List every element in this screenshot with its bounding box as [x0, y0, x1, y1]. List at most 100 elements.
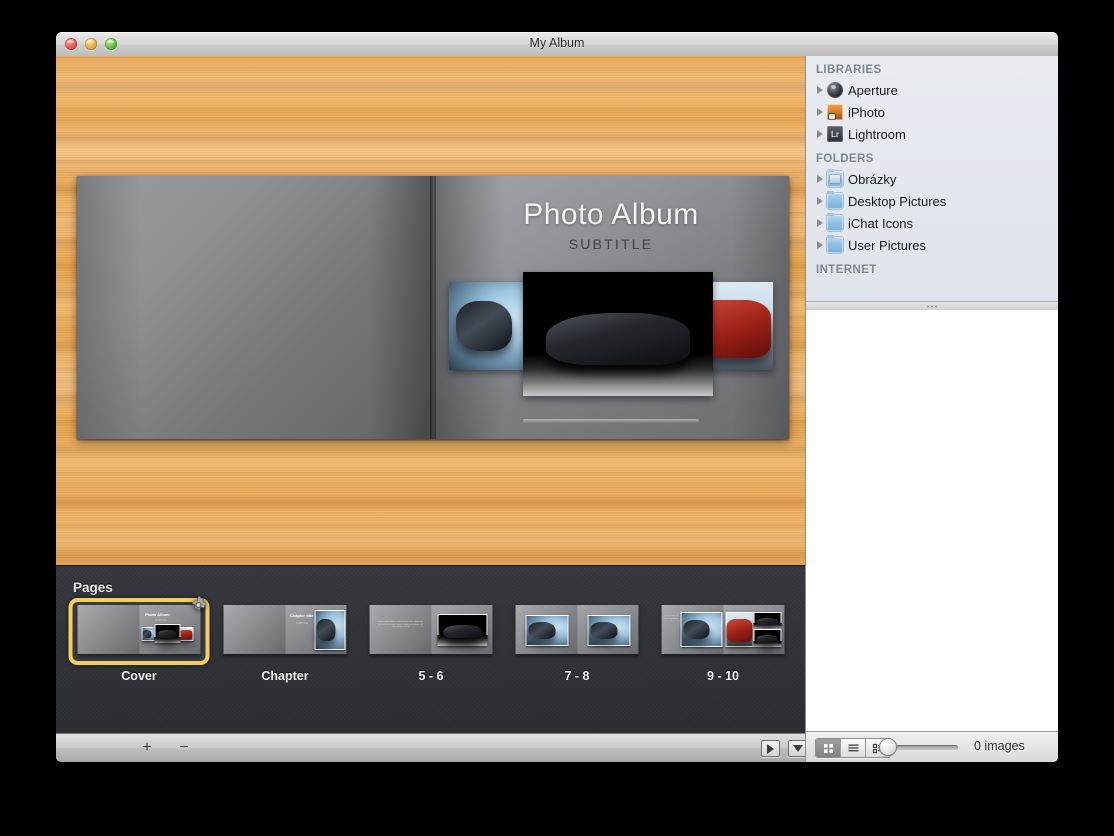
disclosure-triangle-icon[interactable] — [814, 197, 825, 205]
page-options-gear-icon[interactable] — [189, 595, 209, 615]
page-thumbnail-wrap[interactable]: Lorem ipsum dolor sit amet consectetur a… — [369, 605, 493, 654]
sidebar-item-label: Desktop Pictures — [848, 193, 947, 209]
disclosure-triangle-icon[interactable] — [814, 108, 825, 116]
pages-panel-title: Pages — [73, 580, 113, 595]
sidebar-item-lightroom[interactable]: Lr Lightroom — [806, 123, 1058, 145]
image-count-label: 0 images — [974, 739, 1025, 753]
lightroom-icon: Lr — [827, 126, 843, 142]
section-header-internet: INTERNET — [816, 264, 877, 276]
page-thumbnail[interactable]: Chapter title SUBTITLE — [223, 605, 347, 654]
cover-photo-center[interactable] — [523, 272, 713, 396]
page-thumbnail-wrap[interactable]: Photo Album SUBTITLE — [77, 595, 207, 654]
folder-icon — [827, 191, 843, 209]
album-spread[interactable]: Photo Album SUBTITLE — [77, 176, 789, 439]
page-thumbnail-wrap[interactable] — [515, 605, 639, 654]
disclosure-triangle-icon[interactable] — [814, 130, 825, 138]
media-sidebar: LIBRARIES Aperture iPhoto Lr Lightroom F… — [805, 56, 1058, 762]
play-icon — [767, 743, 774, 754]
sidebar-status-bar: 0 images — [806, 731, 1058, 762]
disclosure-triangle-icon[interactable] — [814, 219, 825, 227]
thumb-cover-title: Photo Album — [145, 612, 170, 617]
remove-page-button[interactable]: − — [173, 738, 195, 758]
sidebar-item-label: iChat Icons — [848, 215, 914, 231]
list-view-button[interactable] — [841, 739, 866, 757]
section-header-libraries: LIBRARIES — [816, 64, 882, 76]
thumb-page-right — [577, 605, 639, 654]
album-page-left[interactable] — [77, 176, 433, 439]
folder-icon — [827, 235, 843, 253]
page-item-cover[interactable]: Photo Album SUBTITLE Cover — [66, 595, 212, 688]
aperture-icon — [827, 82, 843, 98]
sidebar-item-ichat-icons[interactable]: iChat Icons — [806, 212, 1058, 234]
black-sports-car-photo — [523, 272, 713, 396]
sidebar-item-label: User Pictures — [848, 237, 927, 253]
disclosure-triangle-icon[interactable] — [814, 175, 825, 183]
chevron-down-icon — [792, 745, 803, 752]
cover-title[interactable]: Photo Album — [433, 198, 789, 232]
page-item-9-10[interactable]: lorem ipsum dolor sit amet cons 9 - 10 — [650, 603, 796, 688]
bottom-toolbar: + − — [56, 733, 807, 762]
page-thumbnail[interactable] — [515, 605, 639, 654]
photo-reflection — [523, 419, 699, 423]
sidebar-item-label: Lightroom — [848, 126, 906, 142]
page-caption: 5 - 6 — [418, 669, 444, 683]
thumb-photo-4 — [753, 629, 781, 647]
sidebar-item-iphoto[interactable]: iPhoto — [806, 101, 1058, 123]
thumb-page-right — [723, 605, 785, 654]
page-thumbnail-wrap[interactable]: Chapter title SUBTITLE — [223, 605, 347, 654]
main-window: My Album Photo Album SUBTITLE Pages Phot… — [56, 32, 1058, 762]
disclosure-triangle-icon[interactable] — [814, 241, 825, 249]
thumb-page-right — [431, 605, 493, 654]
page-caption: 9 - 10 — [707, 669, 739, 683]
page-caption: 7 - 8 — [564, 669, 590, 683]
splitter-grip-icon — [926, 305, 938, 308]
cover-subtitle[interactable]: SUBTITLE — [433, 236, 789, 252]
source-list[interactable]: LIBRARIES Aperture iPhoto Lr Lightroom F… — [806, 56, 1058, 301]
sidebar-item-user-pictures[interactable]: User Pictures — [806, 234, 1058, 256]
sidebar-item-label: iPhoto — [848, 104, 885, 120]
window-body: Photo Album SUBTITLE Pages Photo Album S… — [56, 56, 1058, 762]
media-browser-area[interactable] — [806, 310, 1058, 732]
page-caption: Chapter — [261, 669, 309, 683]
folder-icon — [827, 213, 843, 231]
pictures-folder-icon — [827, 169, 843, 187]
thumb-photo-2 — [725, 612, 753, 647]
thumb-page-left: lorem ipsum dolor sit amet cons — [661, 605, 723, 654]
sidebar-item-aperture[interactable]: Aperture — [806, 79, 1058, 101]
page-caption: Cover — [121, 669, 157, 683]
page-item-5-6[interactable]: Lorem ipsum dolor sit amet consectetur a… — [358, 603, 504, 688]
page-item-chapter[interactable]: Chapter title SUBTITLE Chapter — [212, 603, 358, 688]
thumb-page-left — [223, 605, 285, 654]
thumb-page-left: Lorem ipsum dolor sit amet consectetur a… — [369, 605, 431, 654]
thumb-chapter-subtitle: SUBTITLE — [296, 622, 308, 625]
pages-strip[interactable]: Photo Album SUBTITLE Cover Chapter title… — [66, 595, 796, 688]
page-thumbnail-wrap[interactable]: lorem ipsum dolor sit amet cons — [661, 605, 785, 654]
album-page-right[interactable]: Photo Album SUBTITLE — [433, 176, 789, 439]
thumb-photo-1 — [680, 612, 723, 647]
page-thumbnail[interactable]: lorem ipsum dolor sit amet cons — [661, 605, 785, 654]
thumb-body-text: lorem ipsum dolor sit amet cons — [664, 615, 679, 623]
sidebar-item-obrazky[interactable]: Obrázky — [806, 168, 1058, 190]
thumb-photo-1 — [437, 614, 487, 646]
iphoto-icon — [827, 104, 843, 120]
thumb-photo-2 — [154, 624, 180, 643]
thumb-photo-3 — [753, 612, 781, 629]
slideshow-play-button[interactable] — [761, 740, 780, 757]
thumb-body-text: Lorem ipsum dolor sit amet consectetur a… — [377, 621, 424, 629]
disclosure-triangle-icon[interactable] — [814, 86, 825, 94]
sidebar-item-label: Aperture — [848, 82, 898, 98]
album-canvas[interactable]: Photo Album SUBTITLE — [56, 56, 806, 565]
page-thumbnail[interactable]: Photo Album SUBTITLE — [77, 605, 201, 654]
thumb-chapter-title: Chapter title — [290, 613, 314, 618]
sidebar-item-label: Obrázky — [848, 171, 897, 187]
add-page-button[interactable]: + — [136, 738, 158, 758]
page-item-7-8[interactable]: 7 - 8 — [504, 603, 650, 688]
section-header-folders: FOLDERS — [816, 153, 874, 165]
thumbnail-size-slider[interactable] — [880, 739, 958, 755]
sidebar-item-desktop-pictures[interactable]: Desktop Pictures — [806, 190, 1058, 212]
editor-pane: Photo Album SUBTITLE Pages Photo Album S… — [56, 56, 807, 762]
thumb-cover-subtitle: SUBTITLE — [155, 619, 167, 622]
slider-knob[interactable] — [880, 739, 896, 755]
grid-view-button[interactable] — [816, 739, 841, 757]
page-thumbnail[interactable]: Lorem ipsum dolor sit amet consectetur a… — [369, 605, 493, 654]
